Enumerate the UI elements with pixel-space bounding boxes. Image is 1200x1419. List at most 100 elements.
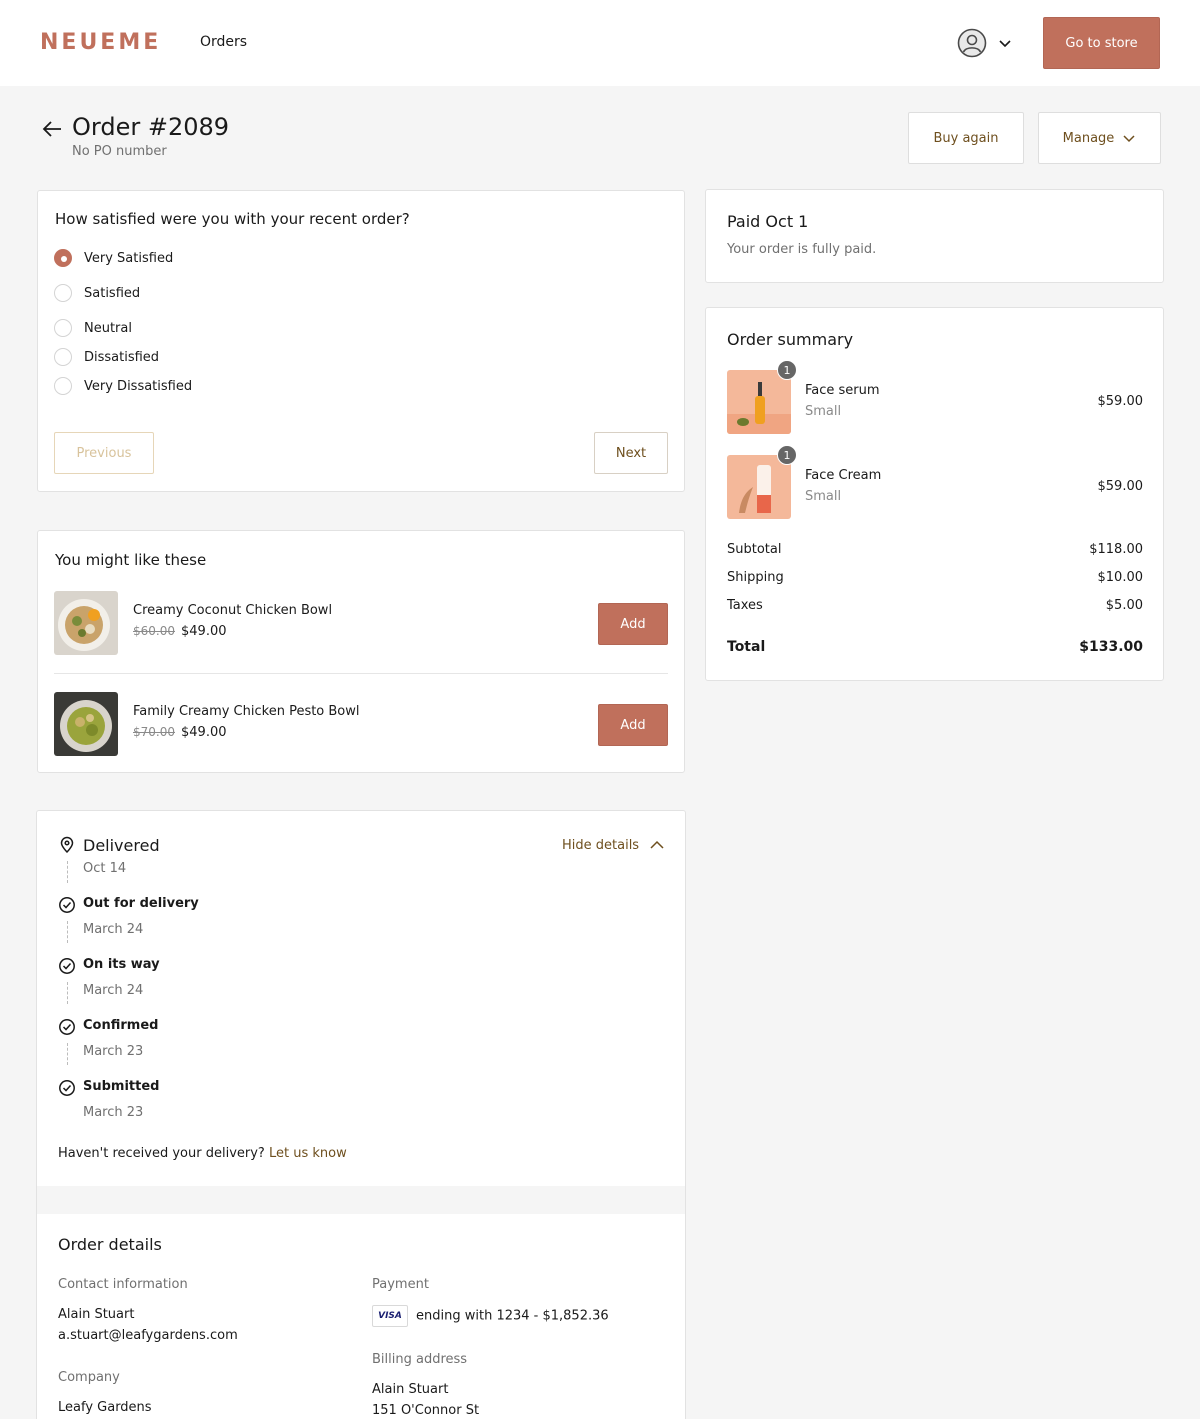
option-label: Dissatisfied (84, 349, 160, 365)
timeline-step-label: On its way (83, 957, 160, 972)
timeline-connector (67, 921, 68, 943)
manage-label: Manage (1062, 130, 1115, 146)
check-circle-icon (59, 1019, 75, 1035)
option-label: Satisfied (84, 285, 141, 301)
payment-status-card: Paid Oct 1 Your order is fully paid. (705, 189, 1164, 283)
tracking-status-date: Oct 14 (83, 861, 127, 876)
product-price: $59.00 (1097, 394, 1144, 409)
quantity-badge: 1 (777, 445, 797, 465)
list-item: Creamy Coconut Chicken Bowl $60.00 $49.00… (54, 591, 668, 655)
timeline-step-label: Confirmed (83, 1018, 159, 1033)
user-avatar-icon[interactable] (957, 28, 987, 58)
nav-orders-link[interactable]: Orders (200, 34, 247, 50)
payment-label: Payment (372, 1277, 429, 1292)
order-summary-title: Order summary (727, 330, 854, 349)
timeline-step-label: Out for delivery (83, 896, 199, 911)
tracking-status: Delivered (83, 836, 160, 855)
product-name[interactable]: Creamy Coconut Chicken Bowl (133, 603, 332, 618)
subtotal-value: $118.00 (1089, 542, 1143, 557)
order-details-title: Order details (58, 1235, 162, 1254)
go-to-store-button[interactable]: Go to store (1043, 17, 1160, 69)
product-price: $60.00 $49.00 (133, 624, 227, 639)
chevron-down-icon[interactable] (997, 35, 1013, 51)
brand-logo[interactable]: NEUEME (40, 30, 161, 55)
let-us-know-link[interactable]: Let us know (269, 1146, 347, 1161)
back-arrow-icon[interactable] (41, 119, 63, 139)
add-button[interactable]: Add (598, 603, 668, 645)
product-image[interactable] (54, 692, 118, 756)
check-circle-icon (59, 897, 75, 913)
help-question: Haven't received your delivery? (58, 1146, 265, 1161)
product-image (727, 455, 791, 519)
company-label: Company (58, 1370, 120, 1385)
survey-option-satisfied[interactable]: Satisfied (54, 284, 140, 302)
survey-option-very-dissatisfied[interactable]: Very Dissatisfied (54, 377, 192, 395)
hide-details-toggle[interactable]: Hide details (562, 837, 665, 853)
taxes-row: Taxes $5.00 (727, 598, 1143, 613)
survey-option-very-satisfied[interactable]: Very Satisfied (54, 249, 173, 267)
summary-line-item: 1 Face Cream Small $59.00 (727, 445, 1144, 519)
contact-email: a.stuart@leafygardens.com (58, 1328, 238, 1343)
list-item: Family Creamy Chicken Pesto Bowl $70.00 $… (54, 692, 668, 756)
original-price: $60.00 (133, 624, 175, 638)
timeline-connector (67, 1043, 68, 1065)
radio-selected[interactable] (54, 249, 72, 267)
recommendations-title: You might like these (55, 551, 207, 569)
previous-button[interactable]: Previous (54, 432, 154, 474)
product-name[interactable]: Family Creamy Chicken Pesto Bowl (133, 704, 360, 719)
payment-status-title: Paid Oct 1 (727, 212, 809, 231)
survey-option-neutral[interactable]: Neutral (54, 319, 132, 337)
timeline-step-label: Submitted (83, 1079, 160, 1094)
next-button[interactable]: Next (594, 432, 668, 474)
company-name: Leafy Gardens (58, 1400, 152, 1415)
timeline-step-date: March 24 (83, 983, 144, 998)
billing-name: Alain Stuart (372, 1382, 449, 1397)
buy-again-button[interactable]: Buy again (908, 112, 1024, 164)
payment-details: ending with 1234 - $1,852.36 (416, 1308, 609, 1324)
add-button[interactable]: Add (598, 704, 668, 746)
radio[interactable] (54, 319, 72, 337)
product-variant: Small (805, 489, 842, 504)
order-tracking-card: Delivered Oct 14 Hide details Out for de… (36, 810, 686, 1419)
option-label: Very Satisfied (84, 250, 174, 266)
sale-price: $49.00 (181, 624, 227, 639)
product-price: $59.00 (1097, 479, 1144, 494)
subtotal-label: Subtotal (727, 542, 782, 557)
timeline-connector (67, 982, 68, 1004)
product-name: Face Cream (805, 468, 882, 483)
top-bar: NEUEME Orders Go to store (0, 0, 1200, 86)
check-circle-icon (59, 958, 75, 974)
chevron-down-icon (1123, 135, 1135, 143)
contact-name: Alain Stuart (58, 1307, 135, 1322)
original-price: $70.00 (133, 725, 175, 739)
location-pin-icon (60, 836, 74, 854)
shipping-value: $10.00 (1097, 570, 1144, 585)
product-name: Face serum (805, 383, 880, 398)
payment-status-subtitle: Your order is fully paid. (727, 242, 877, 257)
payment-method: VISA ending with 1234 - $1,852.36 (372, 1305, 609, 1327)
hide-details-label: Hide details (562, 837, 640, 853)
sale-price: $49.00 (181, 725, 227, 740)
summary-line-item: 1 Face serum Small $59.00 (727, 360, 1144, 434)
radio[interactable] (54, 348, 72, 366)
section-separator (37, 1186, 685, 1214)
check-circle-icon (59, 1080, 75, 1096)
manage-dropdown-button[interactable]: Manage (1038, 112, 1161, 164)
delivery-help-text: Haven't received your delivery? Let us k… (58, 1146, 347, 1161)
product-price: $70.00 $49.00 (133, 725, 227, 740)
page-title: Order #2089 (72, 113, 230, 141)
option-label: Neutral (84, 320, 132, 336)
product-image[interactable] (54, 591, 118, 655)
visa-card-icon: VISA (372, 1305, 408, 1327)
timeline-step-date: March 23 (83, 1044, 144, 1059)
radio[interactable] (54, 284, 72, 302)
option-label: Very Dissatisfied (84, 378, 193, 394)
quantity-badge: 1 (777, 360, 797, 380)
survey-option-dissatisfied[interactable]: Dissatisfied (54, 348, 159, 366)
order-summary-card: Order summary 1 Face serum Small $59.00 (705, 307, 1164, 681)
recommendations-card: You might like these Creamy Coconut Chic… (37, 530, 685, 773)
radio[interactable] (54, 377, 72, 395)
total-label: Total (727, 639, 766, 655)
divider (54, 673, 668, 674)
taxes-label: Taxes (727, 598, 763, 613)
